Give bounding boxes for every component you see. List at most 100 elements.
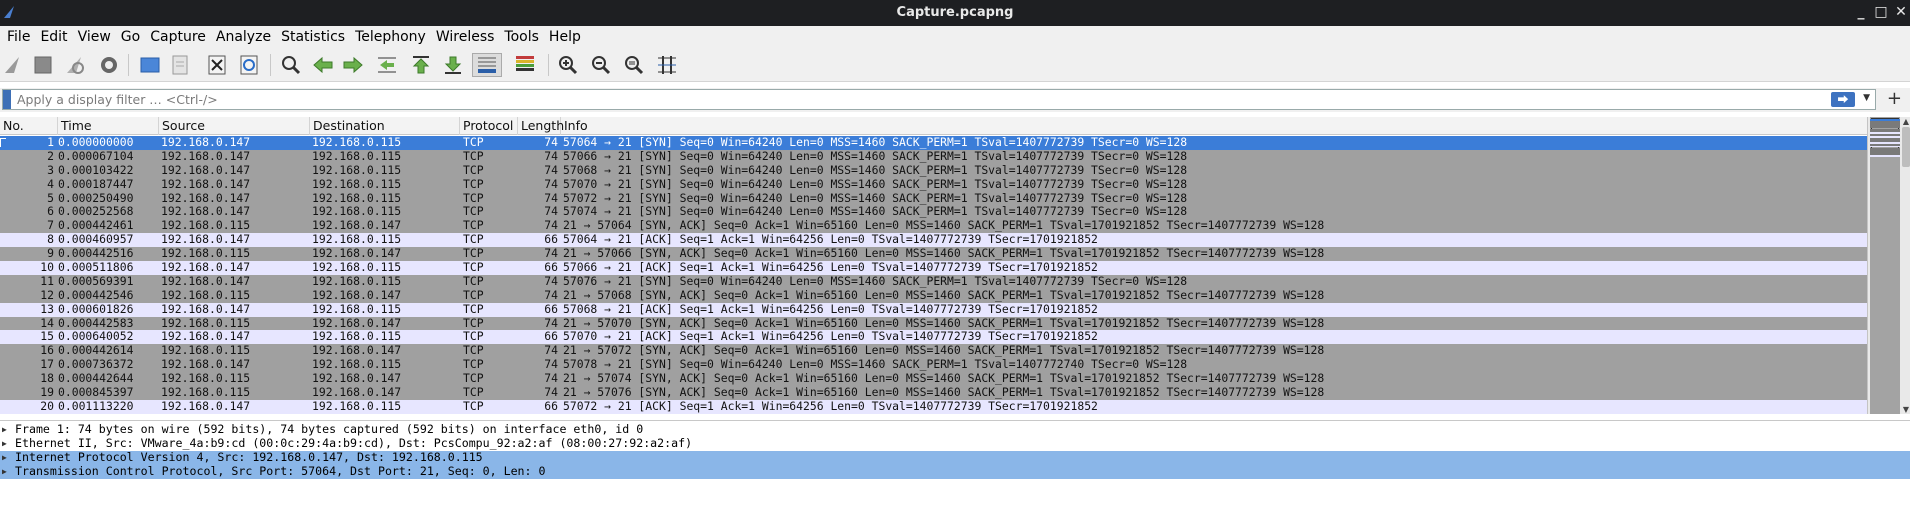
- menu-help[interactable]: Help: [544, 29, 586, 45]
- start-capture-icon[interactable]: [0, 53, 26, 77]
- menu-edit[interactable]: Edit: [35, 29, 72, 45]
- menu-tools[interactable]: Tools: [499, 29, 544, 45]
- column-header-time[interactable]: Time: [58, 117, 159, 135]
- packet-row[interactable]: 6 0.000252568 192.168.0.147 192.168.0.115 TC…: [0, 205, 1867, 220]
- packet-row[interactable]: 10 0.000511806 192.168.0.147 192.168.0.115 T…: [0, 261, 1867, 275]
- packet-row[interactable]: 16 0.000442614 192.168.0.115 192.168.0.147 T…: [0, 344, 1867, 359]
- cell-len: 74: [544, 163, 558, 177]
- packet-row[interactable]: 5 0.000250490 192.168.0.147 192.168.0.115 TC…: [0, 191, 1867, 206]
- column-header-no[interactable]: No.: [0, 117, 58, 135]
- display-filter-input[interactable]: [17, 91, 1817, 108]
- menu-view[interactable]: View: [73, 29, 116, 45]
- colorize-icon[interactable]: [512, 53, 538, 77]
- open-file-icon[interactable]: [137, 53, 163, 77]
- stop-capture-icon[interactable]: [30, 53, 56, 77]
- packet-row[interactable]: 11 0.000569391 192.168.0.147 192.168.0.115 T…: [0, 274, 1867, 289]
- minimize-button[interactable]: _: [1852, 4, 1870, 20]
- packet-minimap[interactable]: [1870, 117, 1900, 414]
- scroll-down-icon[interactable]: ▼: [1901, 405, 1910, 414]
- cell-time: 0.000442546: [58, 288, 134, 302]
- expand-arrow-icon[interactable]: ▶: [2, 437, 12, 451]
- column-header-length[interactable]: Length: [518, 117, 564, 135]
- scroll-up-icon[interactable]: ▲: [1901, 117, 1910, 126]
- detail-row-tcp[interactable]: ▶ Transmission Control Protocol, Src Por…: [0, 464, 1910, 479]
- cell-len: 74: [544, 344, 558, 358]
- cell-len: 74: [544, 191, 558, 205]
- find-packet-icon[interactable]: [278, 53, 304, 77]
- packet-row[interactable]: 19 0.000845397 192.168.0.115 192.168.0.147 T…: [0, 386, 1867, 400]
- packet-row[interactable]: 12 0.000442546 192.168.0.115 192.168.0.147 T…: [0, 288, 1867, 303]
- go-back-icon[interactable]: [310, 53, 336, 77]
- detail-row-ethernet[interactable]: ▶ Ethernet II, Src: VMware_4a:b9:cd (00:…: [0, 436, 1910, 451]
- menu-file[interactable]: File: [2, 29, 35, 45]
- cell-dst: 192.168.0.115: [312, 261, 402, 275]
- zoom-out-icon[interactable]: [588, 53, 614, 77]
- restart-capture-icon[interactable]: [62, 53, 88, 77]
- packet-row[interactable]: 8 0.000460957 192.168.0.147 192.168.0.115 TC…: [0, 233, 1867, 248]
- column-header-protocol[interactable]: Protocol: [460, 117, 518, 135]
- menu-capture[interactable]: Capture: [145, 29, 211, 45]
- cell-src: 192.168.0.147: [161, 191, 251, 205]
- packet-row[interactable]: 2 0.000067104 192.168.0.147 192.168.0.115 TC…: [0, 149, 1867, 164]
- menu-analyze[interactable]: Analyze: [211, 29, 276, 45]
- maximize-button[interactable]: □: [1872, 4, 1890, 20]
- packet-row[interactable]: 18 0.000442644 192.168.0.115 192.168.0.147 T…: [0, 372, 1867, 387]
- expand-arrow-icon[interactable]: ▶: [2, 451, 12, 465]
- menu-go[interactable]: Go: [116, 29, 145, 45]
- zoom-in-icon[interactable]: [555, 53, 581, 77]
- filter-bookmark-icon[interactable]: [3, 90, 11, 109]
- normal-size-icon[interactable]: [621, 53, 647, 77]
- cell-no: 12: [40, 288, 54, 302]
- add-filter-button-icon[interactable]: +: [1887, 88, 1902, 109]
- packet-row[interactable]: 17 0.000736372 192.168.0.147 192.168.0.115 T…: [0, 358, 1867, 373]
- packet-row[interactable]: 1 0.000000000 192.168.0.147 192.168.0.115 TC…: [0, 136, 1867, 150]
- capture-options-icon[interactable]: [96, 53, 122, 77]
- packet-row[interactable]: 9 0.000442516 192.168.0.115 192.168.0.147 TC…: [0, 247, 1867, 262]
- save-file-icon[interactable]: [167, 53, 193, 77]
- go-forward-icon[interactable]: [340, 53, 366, 77]
- autoscroll-icon[interactable]: [472, 53, 502, 77]
- menu-statistics[interactable]: Statistics: [276, 29, 350, 45]
- cell-no: 19: [40, 386, 54, 400]
- expand-arrow-icon[interactable]: ▶: [2, 423, 12, 437]
- column-header-source[interactable]: Source: [159, 117, 310, 135]
- go-last-icon[interactable]: [440, 53, 466, 77]
- expand-arrow-icon[interactable]: ▶: [2, 465, 12, 479]
- cell-dst: 192.168.0.115: [312, 330, 402, 344]
- packet-row[interactable]: 15 0.000640052 192.168.0.147 192.168.0.115 T…: [0, 330, 1867, 345]
- cell-proto: TCP: [463, 288, 484, 302]
- packet-row[interactable]: 7 0.000442461 192.168.0.115 192.168.0.147 TC…: [0, 219, 1867, 234]
- apply-filter-arrow-icon[interactable]: ⮕: [1831, 92, 1855, 107]
- menu-wireless[interactable]: Wireless: [431, 29, 500, 45]
- packet-row[interactable]: 13 0.000601826 192.168.0.147 192.168.0.115 T…: [0, 302, 1867, 317]
- cell-time: 0.000460957: [58, 233, 134, 247]
- main-toolbar: [0, 48, 1910, 82]
- go-to-packet-icon[interactable]: [374, 53, 400, 77]
- cell-len: 74: [544, 247, 558, 261]
- detail-row-frame[interactable]: ▶ Frame 1: 74 bytes on wire (592 bits), …: [0, 422, 1910, 437]
- cell-info: 57074 → 21 [SYN] Seq=0 Win=64240 Len=0 M…: [563, 205, 1188, 219]
- cell-no: 4: [47, 177, 54, 191]
- resize-columns-icon[interactable]: [654, 53, 680, 77]
- menu-telephony[interactable]: Telephony: [350, 29, 431, 45]
- column-header-destination[interactable]: Destination: [310, 117, 460, 135]
- go-first-icon[interactable]: [408, 53, 434, 77]
- column-header-info[interactable]: Info: [561, 117, 1867, 135]
- close-window-button[interactable]: ✕: [1892, 4, 1910, 20]
- detail-row-ipv4[interactable]: ▶ Internet Protocol Version 4, Src: 192.…: [0, 450, 1910, 465]
- packet-row[interactable]: 20 0.001113220 192.168.0.147 192.168.0.115 T…: [0, 399, 1867, 414]
- reload-file-icon[interactable]: [236, 53, 262, 77]
- packet-list-scrollbar[interactable]: ▲ ▼: [1867, 117, 1910, 414]
- cell-time: 0.000736372: [58, 358, 134, 372]
- cell-dst: 192.168.0.115: [312, 149, 402, 163]
- cell-info: 57066 → 21 [ACK] Seq=1 Ack=1 Win=64256 L…: [563, 261, 1098, 275]
- cell-src: 192.168.0.147: [161, 136, 251, 149]
- cell-time: 0.000252568: [58, 205, 134, 219]
- scroll-thumb[interactable]: [1902, 127, 1910, 167]
- packet-row[interactable]: 4 0.000187447 192.168.0.147 192.168.0.115 TC…: [0, 177, 1867, 192]
- packet-row[interactable]: 14 0.000442583 192.168.0.115 192.168.0.147 T…: [0, 316, 1867, 331]
- close-file-icon[interactable]: [204, 53, 230, 77]
- packet-row[interactable]: 3 0.000103422 192.168.0.147 192.168.0.115 TC…: [0, 163, 1867, 178]
- filter-history-dropdown-icon[interactable]: ▼: [1863, 93, 1870, 103]
- cell-dst: 192.168.0.115: [312, 163, 402, 177]
